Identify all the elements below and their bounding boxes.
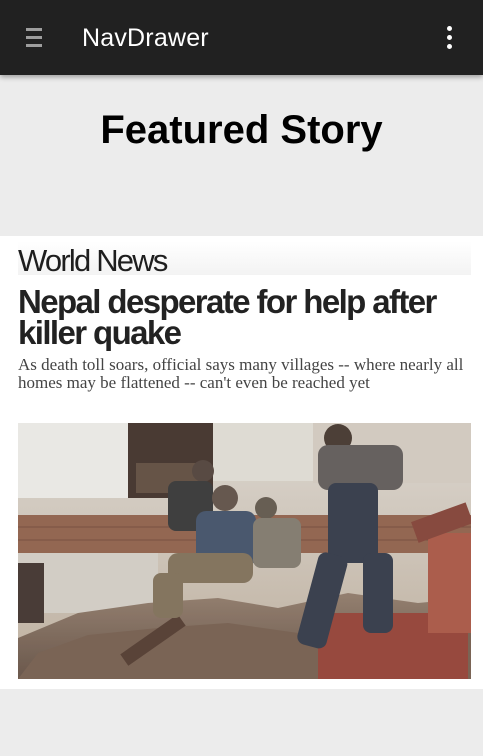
app-title: NavDrawer xyxy=(82,24,209,52)
featured-story-card[interactable]: World News Nepal desperate for help afte… xyxy=(0,236,483,689)
more-vert-icon[interactable] xyxy=(441,24,459,52)
earthquake-rubble-image xyxy=(18,423,471,679)
story-headline: Nepal desperate for help after killer qu… xyxy=(18,283,437,351)
story-photo xyxy=(18,423,471,679)
section-title: Featured Story xyxy=(100,108,383,152)
app-bar: NavDrawer xyxy=(0,0,483,75)
hamburger-menu-icon[interactable] xyxy=(26,28,42,48)
masthead: World News xyxy=(18,241,471,278)
story-subhead: As death toll soars, official says many … xyxy=(18,355,464,392)
masthead-label: World News xyxy=(18,243,168,278)
